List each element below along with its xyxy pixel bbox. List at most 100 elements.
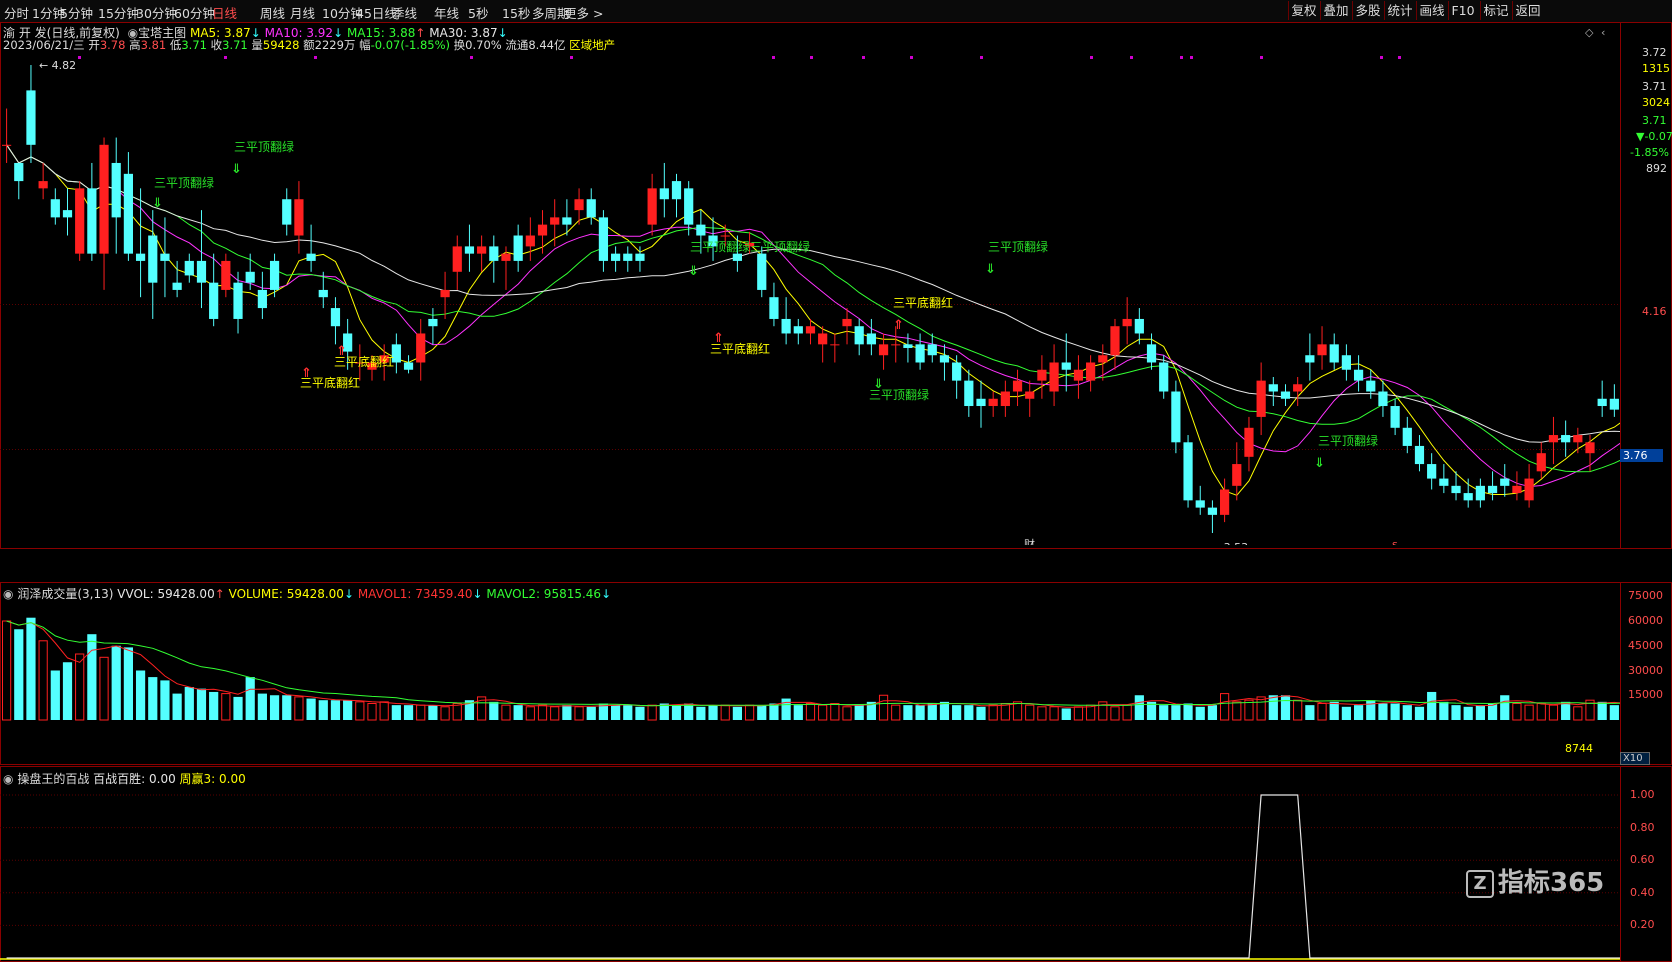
volume-last-value: 8744 — [1565, 742, 1593, 755]
period-tab-5[interactable]: 60分钟 — [174, 3, 215, 22]
event-s-marker[interactable]: s — [1392, 538, 1398, 545]
candle-body-116 — [1414, 445, 1425, 465]
toolbar-button-3[interactable]: 统计 — [1384, 1, 1415, 20]
volume-bar-82 — [1000, 703, 1010, 721]
volume-bar-81 — [988, 704, 998, 721]
volume-bar-126 — [1536, 703, 1546, 721]
indicator-toggle-icon-2[interactable]: ◉ — [3, 772, 13, 786]
candle-body-45 — [550, 217, 560, 225]
volume-arrow-3: ↓ — [601, 587, 612, 601]
candle-body-40 — [489, 246, 499, 261]
volume-arrow-1: ↓ — [343, 587, 355, 601]
volume-bar-88 — [1073, 706, 1084, 721]
period-tab-4[interactable]: 30分钟 — [136, 3, 177, 22]
volume-chart[interactable] — [0, 600, 1620, 760]
volume-bar-101 — [1232, 701, 1242, 721]
period-tab-16[interactable]: 更多 > — [564, 3, 603, 22]
candle-body-117 — [1427, 464, 1437, 479]
volume-bar-111 — [1353, 705, 1364, 720]
indicator-chart[interactable] — [0, 785, 1620, 960]
volume-bar-127 — [1548, 704, 1559, 721]
period-tab-11[interactable]: 季线 — [392, 3, 417, 22]
candle-body-68 — [830, 344, 840, 346]
toolbar-button-4[interactable]: 画线 — [1416, 1, 1447, 20]
candle-body-113 — [1378, 391, 1388, 407]
toolbar-button-5[interactable]: F10 — [1448, 1, 1477, 20]
signal-arrow-0: ⇓ — [152, 196, 163, 211]
volume-bar-2 — [26, 617, 36, 720]
candle-body-64 — [781, 318, 791, 334]
volume-bar-17 — [209, 691, 219, 720]
candle-body-15 — [184, 260, 194, 276]
volume-bar-106 — [1293, 699, 1303, 721]
period-tab-12[interactable]: 年线 — [434, 3, 459, 22]
period-tab-10[interactable]: 45日线 — [356, 3, 397, 22]
volume-bar-105 — [1280, 695, 1291, 720]
period-tab-6[interactable]: 日线 — [212, 3, 237, 22]
period-tab-0[interactable]: 分时 — [4, 3, 29, 22]
toolbar-button-0[interactable]: 复权 — [1288, 1, 1319, 20]
candle-body-43 — [525, 235, 535, 247]
volume-bar-132 — [1609, 705, 1619, 720]
volume-bar-66 — [805, 703, 816, 721]
signal-arrow-6: ⇓ — [873, 377, 884, 392]
logo-icon: Z — [1466, 869, 1494, 898]
candle-body-27 — [330, 308, 341, 327]
volume-bar-122 — [1487, 703, 1498, 720]
toolbar-button-6[interactable]: 标记 — [1480, 1, 1511, 20]
volume-bar-63 — [769, 703, 779, 720]
period-tab-2[interactable]: 5分钟 — [60, 3, 93, 22]
volume-bar-14 — [172, 693, 182, 720]
volume-arrow-2: ↓ — [472, 587, 483, 601]
volume-bar-12 — [148, 677, 158, 720]
volume-bar-24 — [294, 696, 304, 721]
chevron-left-icon[interactable]: ‹ — [1601, 26, 1605, 39]
volume-bar-72 — [878, 694, 889, 721]
volume-bar-108 — [1317, 703, 1327, 721]
candle-body-107 — [1305, 355, 1315, 363]
event-cai-marker[interactable]: 财 — [1024, 537, 1035, 545]
candle-body-8 — [99, 144, 109, 254]
volume-indicator-name[interactable]: 润泽成交量 — [17, 587, 77, 601]
toolbar-button-1[interactable]: 叠加 — [1320, 1, 1351, 20]
volume-bar-42 — [513, 705, 523, 720]
volume-bar-79 — [964, 705, 974, 720]
period-tab-14[interactable]: 15秒 — [502, 3, 530, 22]
volume-bar-37 — [452, 703, 462, 721]
volume-params: (3,13) — [77, 587, 114, 601]
indicator-axis-tick-0: 1.00 — [1630, 788, 1655, 801]
dot-marker-10 — [1090, 56, 1093, 59]
dot-marker-7 — [862, 56, 865, 59]
period-tab-13[interactable]: 5秒 — [468, 3, 488, 22]
candle-body-11 — [135, 253, 146, 261]
candle-body-129 — [1573, 435, 1583, 443]
diamond-icon[interactable]: ◇ — [1585, 26, 1593, 39]
candle-body-80 — [976, 398, 986, 407]
volume-bar-26 — [318, 700, 328, 720]
candle-body-41 — [501, 253, 511, 261]
candle-body-84 — [1025, 391, 1035, 399]
candle-body-10 — [123, 173, 133, 254]
dot-marker-4 — [570, 56, 573, 59]
candle-body-101 — [1232, 464, 1242, 486]
period-tab-3[interactable]: 15分钟 — [98, 3, 139, 22]
toolbar-button-2[interactable]: 多股 — [1352, 1, 1383, 20]
indicator-panel-name[interactable]: 操盘王的百战 — [17, 772, 89, 786]
period-toolbar: 分时 1分钟 5分钟 15分钟 30分钟 60分钟 日线 周线 月线 10分钟 45日线 季线 年线 5秒… — [0, 0, 1672, 23]
volume-bar-35 — [428, 705, 438, 720]
candle-body-3 — [38, 181, 48, 189]
right-price-3: 3.71 — [1642, 114, 1667, 127]
volume-bar-10 — [123, 647, 133, 720]
candle-body-128 — [1561, 435, 1571, 443]
period-tab-8[interactable]: 月线 — [290, 3, 315, 22]
toolbar-button-7[interactable]: 返回 — [1512, 1, 1543, 20]
period-tab-7[interactable]: 周线 — [260, 3, 285, 22]
candle-body-62 — [757, 253, 767, 290]
candle-body-103 — [1256, 380, 1266, 417]
volume-bar-76 — [927, 703, 937, 720]
candle-body-118 — [1439, 478, 1449, 486]
candlestick-chart[interactable]: ← 4.82 ←3.53 财 s — [0, 25, 1620, 545]
volume-toggle-icon[interactable]: ◉ — [3, 587, 13, 601]
candle-body-56 — [684, 188, 694, 225]
volume-bar-40 — [489, 701, 499, 720]
